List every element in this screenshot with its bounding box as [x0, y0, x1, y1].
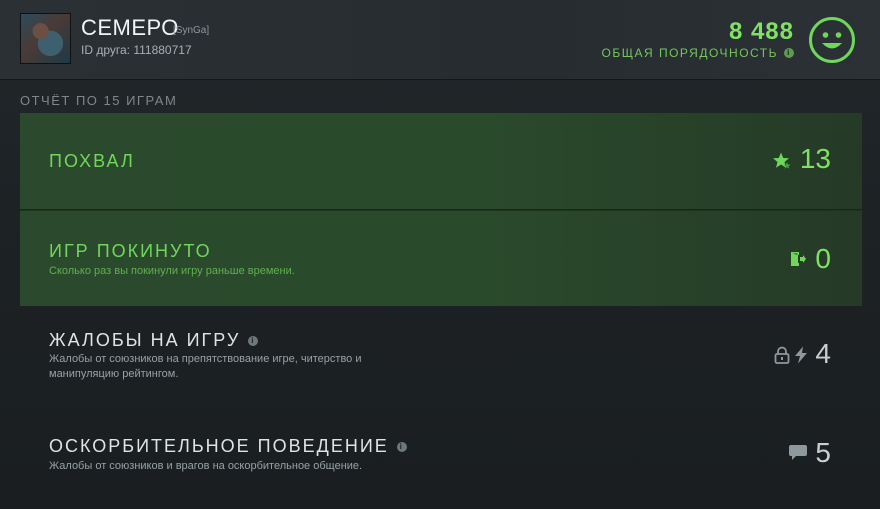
reports-icons — [774, 346, 808, 364]
abuse-row: ОСКОРБИТЕЛЬНОЕ ПОВЕДЕНИЕ i Жалобы от союз… — [20, 404, 862, 500]
reports-value: 4 — [815, 338, 831, 369]
reports-title-group: ЖАЛОБЫ НА ИГРУ i — [49, 330, 259, 351]
abandons-description: Сколько раз вы покинули игру раньше врем… — [49, 265, 295, 277]
abuse-description: Жалобы от союзников и врагов на оскорбит… — [49, 460, 363, 472]
friend-id: ID друга: 111880717 — [81, 43, 192, 57]
reports-description: Жалобы от союзников на препятствование и… — [49, 353, 362, 380]
lightning-icon — [795, 346, 807, 364]
chat-bubble-icon — [789, 445, 807, 460]
abuse-title: ОСКОРБИТЕЛЬНОЕ ПОВЕДЕНИЕ — [49, 436, 389, 456]
profile-header: СЕМЕРО [SynGa] ID друга: 111880717 8 488… — [0, 0, 880, 80]
avatar[interactable] — [20, 13, 71, 64]
lock-icon — [774, 346, 790, 364]
abuse-title-group: ОСКОРБИТЕЛЬНОЕ ПОВЕДЕНИЕ i — [49, 436, 407, 457]
behavior-score-label: ОБЩАЯ ПОРЯДОЧНОСТЬ — [601, 46, 778, 60]
player-name: СЕМЕРО — [81, 15, 179, 40]
info-icon[interactable]: i — [248, 336, 259, 347]
behavior-score-label-group: ОБЩАЯ ПОРЯДОЧНОСТЬ i — [601, 46, 794, 60]
info-icon[interactable]: i — [396, 442, 407, 453]
abandons-row: ИГР ПОКИНУТО Сколько раз вы покинули игр… — [20, 210, 862, 306]
info-icon[interactable]: i — [784, 48, 794, 58]
report-title: ОТЧЁТ ПО 15 ИГРАМ — [20, 93, 178, 108]
star-icon — [773, 152, 791, 169]
reports-title: ЖАЛОБЫ НА ИГРУ — [49, 330, 241, 350]
smiley-face-icon — [809, 17, 855, 63]
clan-tag: [SynGa] — [173, 25, 210, 36]
commends-row: ПОХВАЛ 13 — [20, 113, 862, 209]
commends-value: 13 — [799, 143, 831, 174]
behavior-summary-panel: СЕМЕРО [SynGa] ID друга: 111880717 8 488… — [0, 0, 880, 509]
abandons-value: 0 — [815, 243, 831, 274]
commends-title: ПОХВАЛ — [49, 151, 135, 171]
behavior-score: 8 488 — [728, 18, 794, 45]
abandons-title: ИГР ПОКИНУТО — [49, 241, 212, 261]
reports-row: ЖАЛОБЫ НА ИГРУ i Жалобы от союзников на п… — [20, 307, 862, 403]
abuse-value: 5 — [815, 437, 831, 468]
exit-door-icon — [791, 252, 806, 266]
